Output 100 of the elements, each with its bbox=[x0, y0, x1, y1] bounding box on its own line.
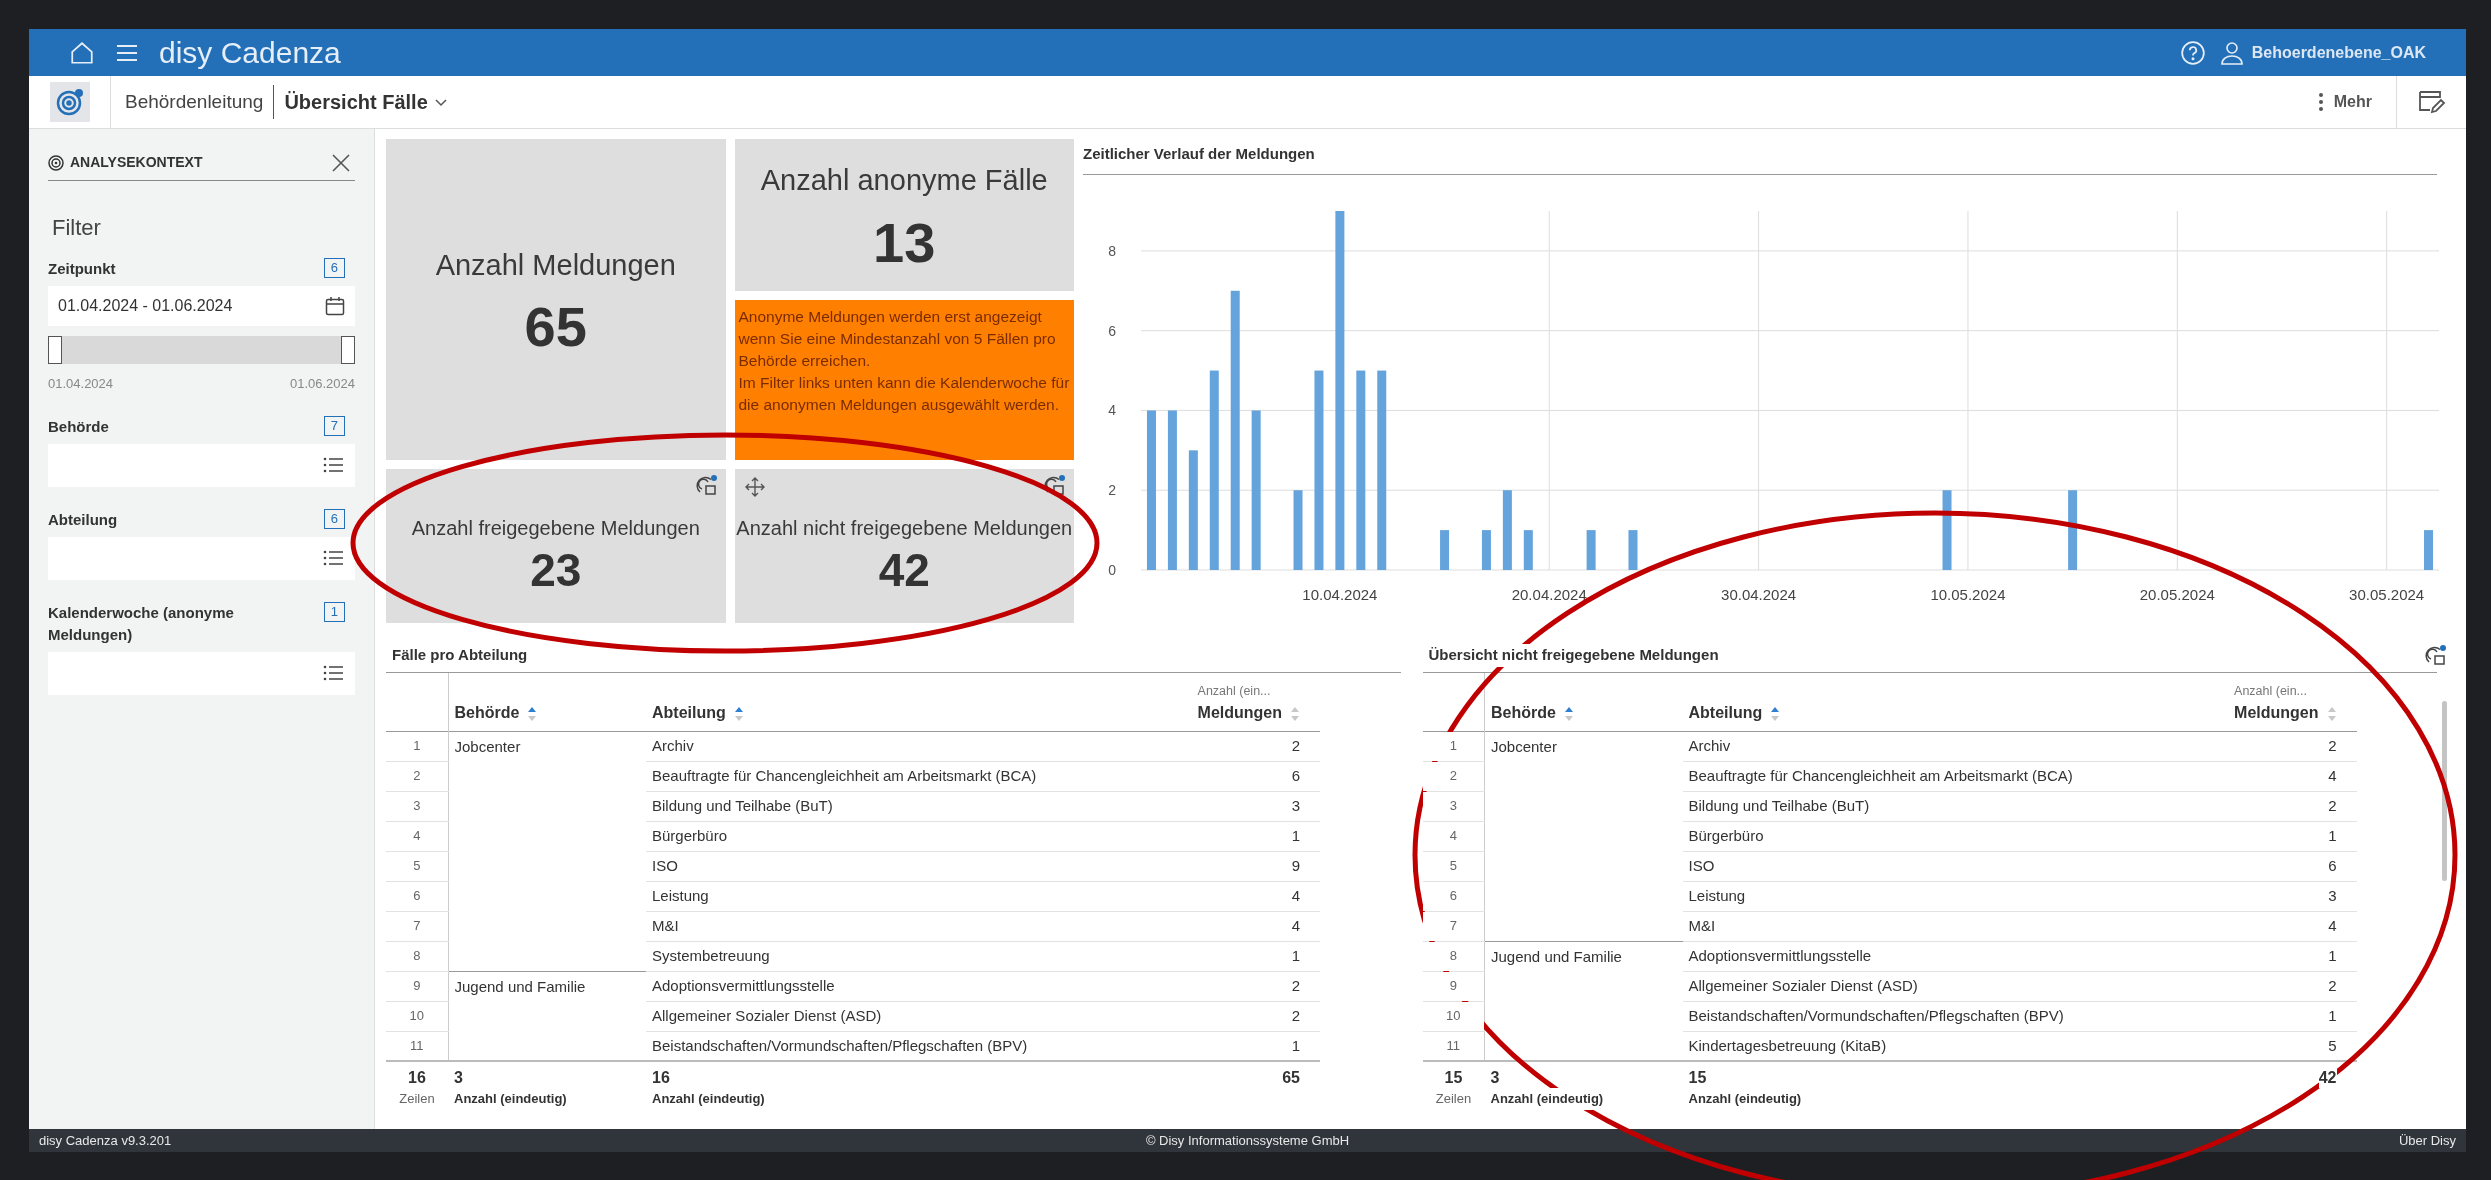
row-number: 1 bbox=[1422, 731, 1485, 761]
column-header[interactable]: Behörde bbox=[1491, 700, 1556, 725]
target-icon bbox=[48, 154, 64, 171]
filter-indicator-icon[interactable] bbox=[2425, 644, 2447, 667]
table-cell: Adoptionsvermittlungsstelle bbox=[646, 971, 1180, 1001]
more-button[interactable]: Mehr bbox=[2317, 90, 2396, 114]
close-icon[interactable] bbox=[331, 152, 351, 173]
kpi-value: 23 bbox=[530, 547, 582, 593]
row-number: 8 bbox=[386, 941, 448, 971]
breadcrumb-item[interactable]: Behördenleitung bbox=[125, 87, 264, 117]
scrollbar[interactable] bbox=[2442, 701, 2447, 881]
sort-icon[interactable] bbox=[733, 705, 744, 722]
table-cell: 1 bbox=[1180, 1031, 1320, 1061]
table-cell: M&I bbox=[1682, 911, 2217, 941]
table-cell: 1 bbox=[2216, 941, 2357, 971]
table-cell: Jobcenter bbox=[448, 731, 646, 971]
bar[interactable] bbox=[1523, 529, 1533, 570]
table-cell: 4 bbox=[1180, 911, 1320, 941]
row-number: 6 bbox=[1422, 881, 1485, 911]
column-header[interactable]: Abteilung bbox=[652, 700, 726, 725]
view-selector[interactable]: Übersicht Fälle bbox=[284, 87, 448, 117]
bar[interactable] bbox=[2068, 489, 2078, 570]
filter-field[interactable] bbox=[48, 536, 355, 580]
bar[interactable] bbox=[1628, 529, 1638, 570]
row-number: 8 bbox=[1422, 941, 1485, 971]
slider-thumb[interactable] bbox=[341, 336, 355, 364]
column-header[interactable]: Abteilung bbox=[1688, 700, 1763, 725]
row-number: 2 bbox=[386, 761, 448, 791]
bar[interactable] bbox=[2424, 529, 2434, 570]
slider-thumb[interactable] bbox=[48, 336, 62, 364]
list-icon[interactable] bbox=[323, 456, 345, 474]
table-cell: 3 bbox=[2216, 881, 2357, 911]
help-icon[interactable] bbox=[2179, 39, 2206, 66]
edit-icon[interactable] bbox=[2417, 89, 2446, 115]
table-cell: Beistandschaften/Vormundschaften/Pflegschaften (BPV) bbox=[646, 1031, 1180, 1061]
bar[interactable] bbox=[1481, 529, 1491, 570]
filter-label: Behörde bbox=[48, 416, 110, 437]
row-number: 10 bbox=[1422, 1001, 1485, 1031]
table-cell: Systembetreuung bbox=[646, 941, 1180, 971]
filter-count-badge: 6 bbox=[323, 258, 345, 278]
filter-field[interactable] bbox=[48, 651, 355, 695]
sort-icon[interactable] bbox=[1770, 705, 1781, 722]
bar[interactable] bbox=[1188, 449, 1198, 570]
sort-icon[interactable] bbox=[1563, 705, 1574, 722]
table-cell: Kindertagesbetreuung (KitaB) bbox=[1682, 1031, 2217, 1061]
bar[interactable] bbox=[1167, 409, 1177, 570]
user-name[interactable]: Behoerdenebene_OAK bbox=[2251, 40, 2426, 65]
app-title: disy Cadenza bbox=[159, 35, 341, 71]
user-icon[interactable] bbox=[2219, 39, 2244, 66]
list-icon[interactable] bbox=[323, 549, 345, 567]
about-link[interactable]: Über Disy bbox=[2398, 1130, 2456, 1151]
move-icon[interactable] bbox=[744, 477, 765, 497]
chevron-down-icon bbox=[433, 96, 448, 108]
table-cell: Beistandschaften/Vormundschaften/Pflegschaften (BPV) bbox=[1682, 1001, 2217, 1031]
table-cell: Leistung bbox=[1682, 881, 2217, 911]
table-cell: Archiv bbox=[1682, 731, 2217, 761]
filter-heading: Filter bbox=[52, 214, 101, 242]
column-header[interactable]: Meldungen bbox=[2234, 700, 2319, 725]
table-cell: Bildung und Teilhabe (BuT) bbox=[1682, 791, 2217, 821]
table-cell: Adoptionsvermittlungsstelle bbox=[1682, 941, 2217, 971]
y-tick-label: 2 bbox=[1108, 481, 1116, 498]
column-supertitle: Anzahl (ein... bbox=[1197, 682, 1271, 700]
calendar-icon[interactable] bbox=[325, 296, 345, 316]
row-number: 10 bbox=[386, 1001, 448, 1031]
column-header[interactable]: Behörde bbox=[454, 700, 520, 725]
range-slider[interactable] bbox=[48, 336, 355, 364]
table-cell: ISO bbox=[1682, 851, 2217, 881]
bar[interactable] bbox=[1502, 489, 1512, 570]
x-tick-label: 20.05.2024 bbox=[2139, 585, 2215, 603]
y-tick-label: 6 bbox=[1108, 322, 1116, 339]
table-cell: 3 bbox=[1180, 791, 1320, 821]
bar[interactable] bbox=[1942, 489, 1952, 570]
row-number: 3 bbox=[1422, 791, 1485, 821]
bar[interactable] bbox=[1440, 529, 1450, 570]
date-range-field[interactable]: 01.04.2024 - 01.06.2024 bbox=[48, 286, 355, 326]
slider-min-label: 01.04.2024 bbox=[48, 375, 114, 393]
sort-icon[interactable] bbox=[527, 705, 538, 722]
row-number: 2 bbox=[1422, 761, 1485, 791]
table-cell: 9 bbox=[1180, 851, 1320, 881]
row-number: 4 bbox=[386, 821, 448, 851]
analysis-context-button[interactable] bbox=[49, 82, 90, 122]
row-number: 7 bbox=[1422, 911, 1485, 941]
list-icon[interactable] bbox=[323, 664, 345, 682]
column-header[interactable]: Meldungen bbox=[1197, 700, 1282, 725]
bar[interactable] bbox=[1586, 529, 1596, 570]
row-number: 9 bbox=[386, 971, 448, 1001]
table-cell: Beauftragte für Chancengleichheit am Arbeitsmarkt (BCA) bbox=[1682, 761, 2217, 791]
x-tick-label: 10.04.2024 bbox=[1302, 585, 1378, 603]
y-tick-label: 0 bbox=[1108, 561, 1116, 578]
bar[interactable] bbox=[1146, 409, 1156, 570]
y-tick-label: 4 bbox=[1108, 401, 1116, 418]
filter-indicator-icon[interactable] bbox=[1044, 475, 1066, 497]
menu-icon[interactable] bbox=[115, 42, 139, 63]
filter-field[interactable] bbox=[48, 443, 355, 487]
x-tick-label: 30.05.2024 bbox=[2349, 585, 2425, 603]
filter-indicator-icon[interactable] bbox=[695, 475, 718, 497]
table-cell: 2 bbox=[1180, 731, 1320, 761]
table-cell: ISO bbox=[646, 851, 1180, 881]
x-tick-label: 10.05.2024 bbox=[1930, 585, 2006, 603]
table-cell: 1 bbox=[2216, 821, 2357, 851]
